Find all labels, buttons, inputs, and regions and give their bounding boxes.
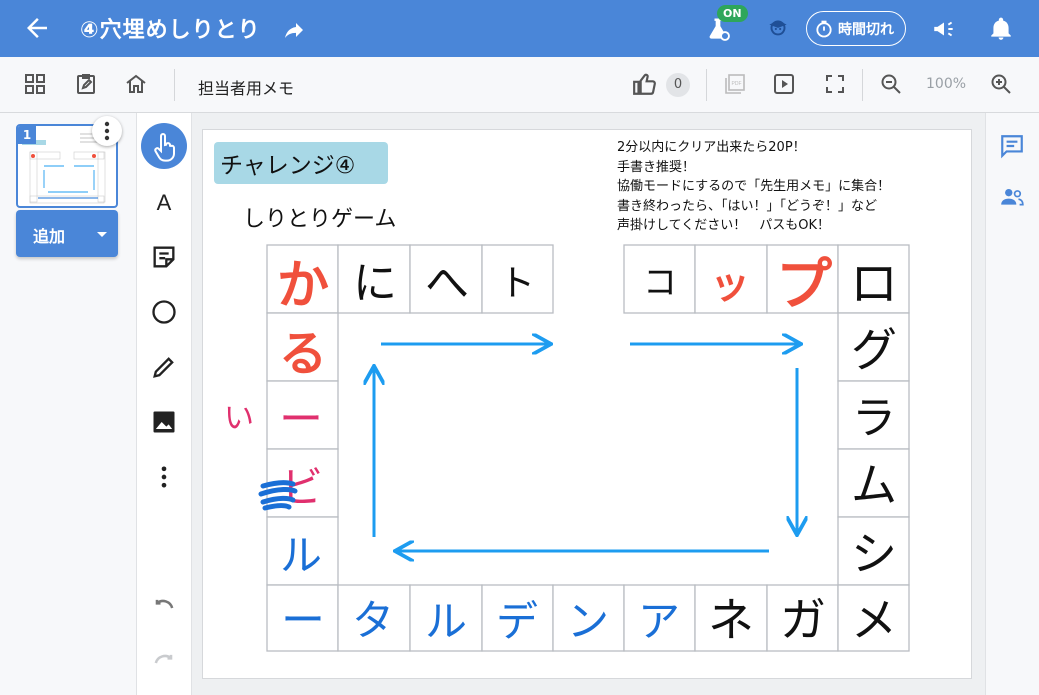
- fullscreen-icon[interactable]: [823, 72, 847, 96]
- share-arrow-icon[interactable]: [282, 18, 306, 42]
- cell-letter: デ: [496, 597, 538, 646]
- svg-text:A: A: [157, 190, 172, 215]
- cell-letter: ロ: [850, 256, 898, 312]
- cell-letter: ア: [638, 597, 680, 646]
- clipboard-edit-icon[interactable]: [74, 72, 98, 96]
- flow-arrows: [374, 344, 799, 551]
- page-menu-button[interactable]: [92, 116, 122, 146]
- drawing-tools: A: [137, 113, 192, 695]
- zoom-in-icon[interactable]: [989, 72, 1013, 96]
- svg-text:PDF: PDF: [732, 81, 742, 87]
- cell-letter: コ: [643, 263, 677, 303]
- hand-pointer-icon: [154, 133, 175, 162]
- grid-view-icon[interactable]: [23, 72, 47, 96]
- more-tools-icon[interactable]: [150, 463, 178, 491]
- whiteboard-canvas[interactable]: チャレンジ④ しりとりゲーム 2分以内にクリア出来たら20P！ 手書き推奨！ 協…: [202, 129, 972, 679]
- cell-letter: プ: [776, 253, 832, 318]
- stopwatch-icon: [816, 20, 832, 37]
- toolbar-divider: [706, 69, 707, 101]
- add-page-button[interactable]: 追加: [16, 210, 118, 257]
- cell-letter: シ: [851, 527, 897, 581]
- play-icon[interactable]: [772, 72, 796, 96]
- timer-button[interactable]: 時間切れ: [806, 11, 906, 46]
- app-bar: ④穴埋めしりとり ON 時間切れ: [0, 0, 1039, 57]
- cell-letter: メ: [851, 593, 897, 647]
- cell-letter: タ: [352, 596, 394, 645]
- participants-icon[interactable]: [999, 184, 1025, 210]
- cell-letter: る: [279, 326, 327, 382]
- timer-label: 時間切れ: [838, 21, 894, 38]
- like-count: 0: [666, 73, 690, 97]
- side-note-letter: い: [224, 401, 254, 436]
- cell-letter: ラ: [852, 393, 896, 444]
- back-arrow-icon[interactable]: [22, 13, 52, 43]
- pdf-icon[interactable]: PDF: [723, 72, 747, 96]
- megaphone-icon[interactable]: [930, 16, 958, 42]
- page-title: ④穴埋めしりとり: [80, 18, 261, 43]
- zoom-out-icon[interactable]: [879, 72, 903, 96]
- comment-icon[interactable]: [999, 133, 1025, 159]
- cell-letter: ン: [567, 597, 609, 646]
- circle-shape-icon[interactable]: [150, 298, 178, 326]
- memo-label: 担当者用メモ: [198, 79, 295, 98]
- sticky-note-icon[interactable]: [150, 243, 178, 271]
- cell-letter: グ: [851, 323, 897, 377]
- cell-letter: ル: [425, 597, 467, 646]
- chevron-down-icon[interactable]: [94, 226, 110, 242]
- pen-tool-icon[interactable]: [150, 353, 178, 381]
- cell-letter: ー: [279, 394, 323, 445]
- cell-letter: ム: [851, 458, 897, 512]
- zoom-level: 100%: [926, 76, 967, 92]
- right-panel: [985, 113, 1039, 695]
- more-vert-icon: [104, 121, 110, 141]
- cell-letter: へ: [425, 258, 469, 309]
- page-list-panel: 1 追加: [0, 113, 137, 695]
- pointer-tool-button[interactable]: [141, 123, 187, 169]
- cell-letter: ガ: [780, 593, 826, 647]
- add-page-label: 追加: [33, 227, 66, 246]
- toolbar: 担当者用メモ 0 PDF 100%: [0, 57, 1039, 113]
- cell-letter: ネ: [708, 593, 754, 647]
- image-tool-icon[interactable]: [150, 408, 178, 436]
- cell-letter: ト: [499, 263, 535, 304]
- cell-letter: か: [277, 256, 329, 316]
- thumbs-up-icon[interactable]: [632, 71, 658, 97]
- cell-letter: に: [353, 258, 397, 309]
- cell-letter: ー: [281, 595, 325, 646]
- home-icon[interactable]: [124, 72, 148, 96]
- toolbar-divider: [862, 69, 863, 101]
- bell-icon[interactable]: [988, 15, 1014, 43]
- on-badge: ON: [717, 5, 748, 22]
- page-number: 1: [18, 126, 36, 144]
- cell-letter: ッ: [710, 262, 750, 308]
- redo-icon[interactable]: [150, 649, 178, 677]
- shiritori-board: か に へ ト コ ッ プ ロ グ ラ ム シ る ー ビ ル ー タ ル デ …: [224, 244, 910, 652]
- text-tool-icon[interactable]: A: [150, 188, 178, 216]
- undo-icon[interactable]: [150, 594, 178, 622]
- toolbar-divider: [174, 69, 175, 101]
- cell-letter: ル: [280, 531, 322, 580]
- teacher-icon[interactable]: [764, 16, 792, 42]
